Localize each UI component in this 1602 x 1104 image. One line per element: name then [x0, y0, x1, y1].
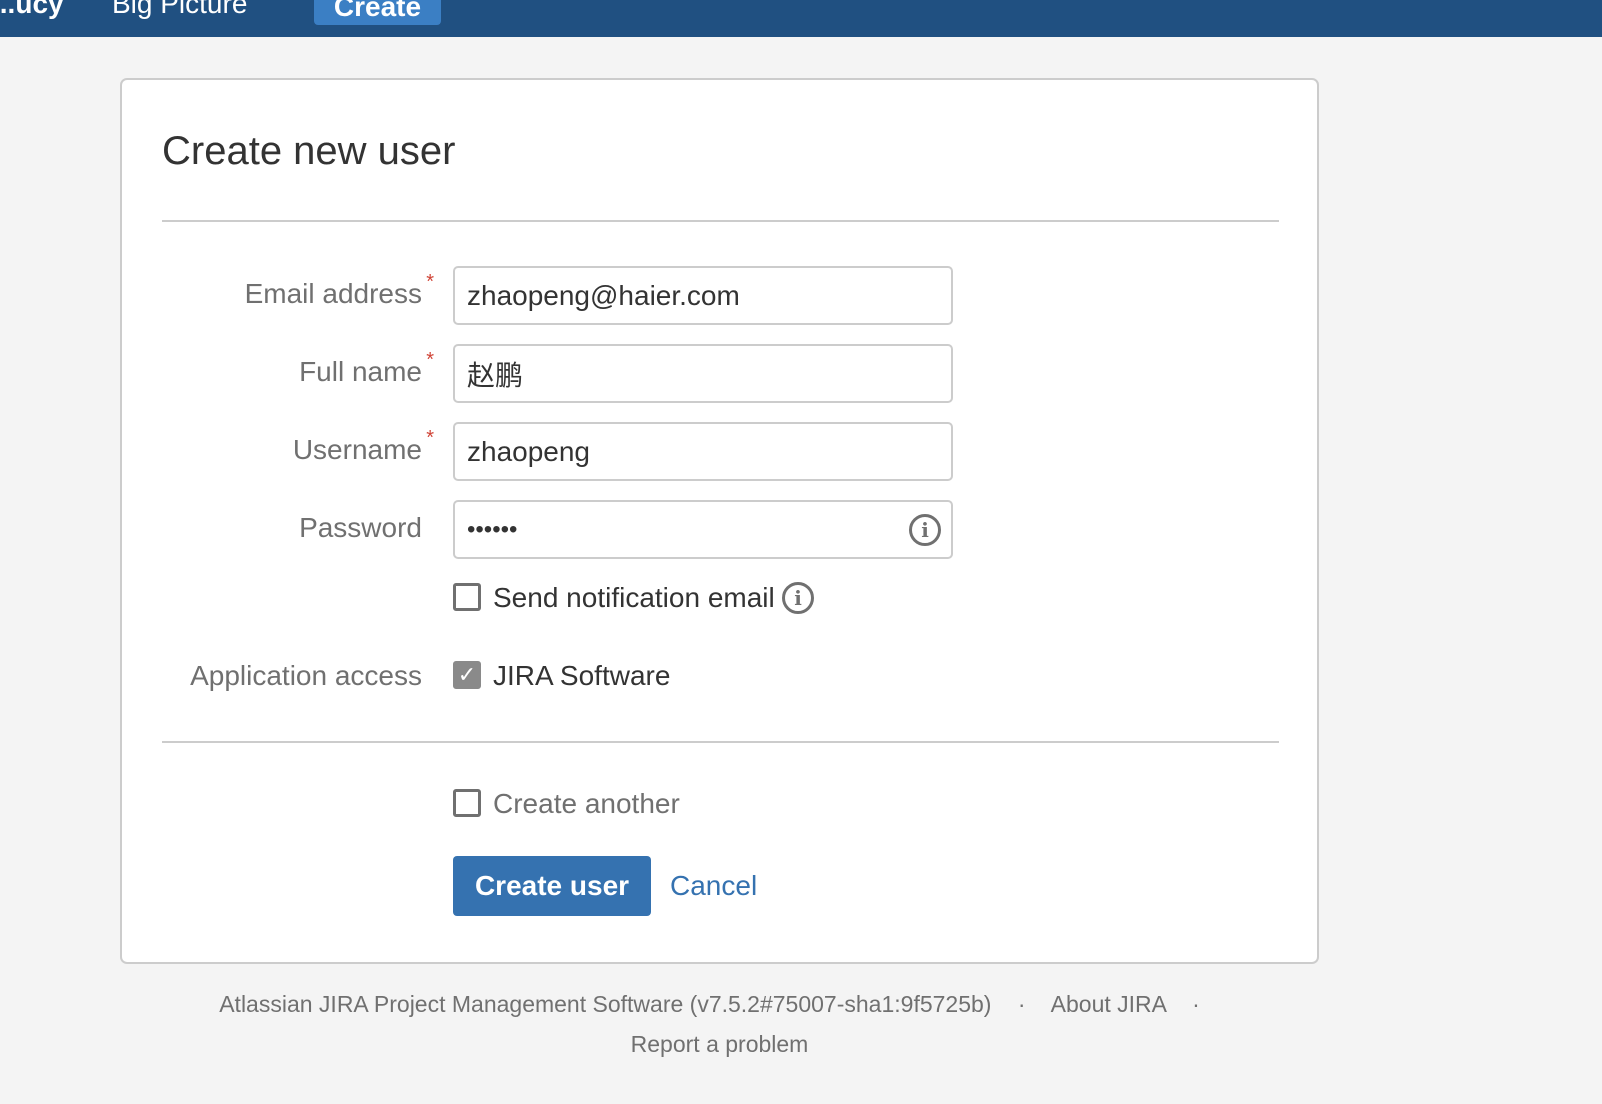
create-another-checkbox[interactable]: [453, 789, 481, 817]
cancel-link[interactable]: Cancel: [670, 870, 757, 902]
top-navigation-bar: ...ucy Big Picture Create: [0, 0, 1602, 37]
checkmark-icon: ✓: [457, 662, 477, 687]
nav-item-big-picture[interactable]: Big Picture: [112, 0, 247, 18]
password-label: Password: [299, 512, 422, 543]
required-marker: *: [426, 349, 434, 371]
email-value: zhaopeng@haier.com: [467, 279, 740, 311]
password-value: ••••••: [467, 515, 518, 543]
send-notification-checkbox[interactable]: [453, 583, 481, 611]
password-field[interactable]: •••••• i: [453, 500, 953, 559]
about-jira-link[interactable]: About JIRA: [1051, 991, 1166, 1017]
required-marker: *: [426, 271, 434, 293]
footer-separator: ·: [1192, 991, 1200, 1017]
jira-software-checkbox[interactable]: ✓: [453, 661, 481, 689]
full-name-field[interactable]: 赵鹏: [453, 344, 953, 403]
application-access-label: Application access: [190, 660, 422, 691]
title-divider: [162, 220, 1279, 222]
create-user-dialog: Create new user Email address * zhaopeng…: [120, 78, 1319, 964]
info-icon[interactable]: i: [782, 582, 814, 614]
create-issue-button[interactable]: Create: [314, 0, 441, 25]
email-field[interactable]: zhaopeng@haier.com: [453, 266, 953, 325]
full-name-value: 赵鹏: [467, 358, 524, 392]
full-name-label: Full name *: [299, 349, 434, 387]
jira-software-label[interactable]: JIRA Software: [493, 660, 670, 692]
username-label: Username *: [292, 427, 434, 465]
email-label: Email address *: [244, 271, 434, 309]
footer-product-text: Atlassian JIRA Project Management Softwa…: [219, 991, 992, 1017]
form-divider: [162, 741, 1279, 743]
create-another-label[interactable]: Create another: [493, 788, 680, 820]
info-icon[interactable]: i: [909, 514, 941, 546]
username-value: zhaopeng: [467, 435, 591, 467]
footer: Atlassian JIRA Project Management Softwa…: [120, 990, 1319, 1018]
username-field[interactable]: zhaopeng: [453, 422, 953, 481]
nav-item-truncated[interactable]: ...ucy: [0, 0, 64, 18]
required-marker: *: [426, 427, 434, 449]
create-user-button[interactable]: Create user: [453, 856, 651, 916]
footer-line-2: Report a problem: [120, 1030, 1319, 1058]
footer-separator: ·: [1017, 991, 1026, 1017]
send-notification-label[interactable]: Send notification email: [493, 582, 775, 614]
page-title: Create new user: [162, 129, 456, 173]
report-problem-link[interactable]: Report a problem: [631, 1031, 809, 1057]
